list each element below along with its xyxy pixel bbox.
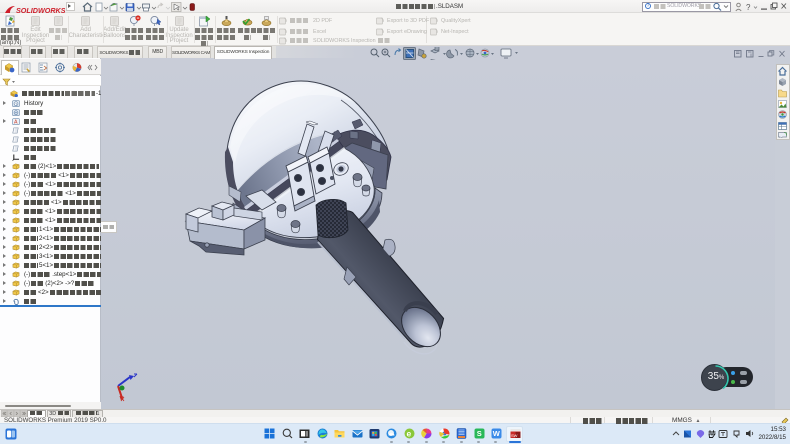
svg-text:S: S bbox=[476, 429, 481, 438]
svg-text:?: ? bbox=[746, 3, 751, 12]
svg-text:A: A bbox=[14, 119, 18, 124]
svg-text:W: W bbox=[492, 429, 500, 438]
svg-text:e: e bbox=[406, 429, 411, 439]
svg-text:SW: SW bbox=[511, 433, 518, 438]
